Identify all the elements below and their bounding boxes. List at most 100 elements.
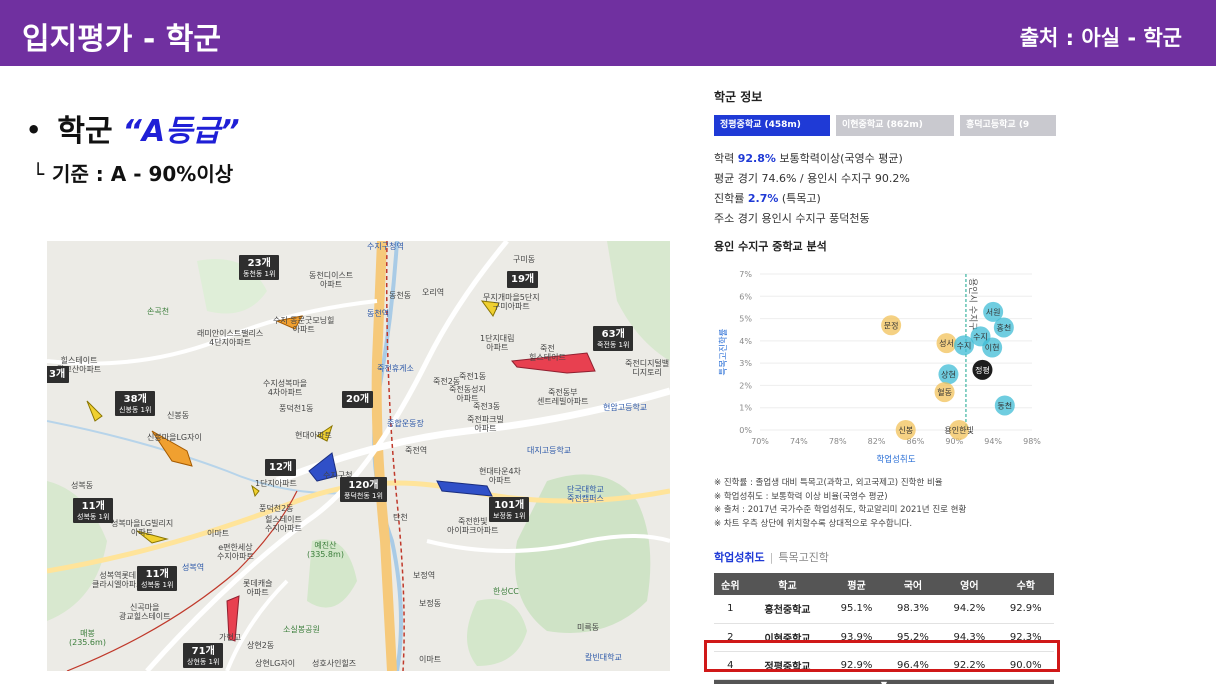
data-point-label: 문정 <box>884 320 899 330</box>
y-tick-label: 1% <box>739 404 752 413</box>
count-value: 11개 <box>145 569 169 580</box>
slide-title: 입지평가 - 학군 <box>22 22 221 57</box>
col-rank[interactable]: 순위 <box>714 573 747 595</box>
school-count-badge[interactable]: 11개 성복동 1위 <box>137 566 178 592</box>
map-label: 구미동 <box>513 255 536 264</box>
school-count-badge[interactable]: 38개 신봉동 1위 <box>115 391 156 417</box>
reference-line-label: 용인시 수지구 <box>967 278 978 331</box>
count-value: 12개 <box>269 462 293 473</box>
expand-arrow-icon[interactable]: ▼ <box>714 679 1054 684</box>
school-count-badge[interactable]: 63개 죽전동 1위 <box>593 326 634 352</box>
map-label: 신봉마을LG자이 <box>147 433 202 442</box>
y-tick-label: 4% <box>739 337 752 346</box>
map-label: 이마트 <box>419 655 442 664</box>
map-label: 신봉동 <box>167 411 190 420</box>
map-label: 현대타운4차 아파트 <box>479 467 521 486</box>
school-count-badge[interactable]: 3개 <box>47 366 70 383</box>
chart-notes: ※ 진학률 : 졸업생 대비 특목고(과학고, 외고국제고) 진학한 비율 ※ … <box>714 477 966 531</box>
map-label: 무지개마을5단지 구미아파트 <box>483 293 540 312</box>
tab-jeongpyeong[interactable]: 정평중학교 (458m) <box>714 115 830 136</box>
subtab-achievement[interactable]: 학업성취도 <box>714 551 765 564</box>
map-label: 롯데캐슬 아파트 <box>243 579 273 598</box>
x-tick-label: 74% <box>790 437 808 446</box>
map-label: 죽전동부 센트레빌아파트 <box>537 388 589 407</box>
grade-label: “A등급” <box>122 114 240 149</box>
table-footer[interactable]: ▼ <box>714 679 1054 684</box>
table-row[interactable]: 1 홍천중학교 95.1% 98.3% 94.2% 92.9% <box>714 595 1054 624</box>
map-label: 손곡천 <box>147 307 170 316</box>
data-point-label: 홍천 <box>996 322 1011 332</box>
col-average[interactable]: 평균 <box>828 573 885 595</box>
map-label: e편한세상 수지아파트 <box>217 543 254 562</box>
col-math[interactable]: 수학 <box>997 573 1054 595</box>
subtab-separator: | <box>769 551 774 564</box>
map-label: 죽전휴게소 <box>377 364 414 373</box>
count-value: 19개 <box>511 274 535 285</box>
map-label: 래미안이스트팰리스 4단지아파트 <box>197 329 264 348</box>
bullet-dot: • <box>26 116 42 144</box>
count-rank: 동천동 1위 <box>243 270 276 278</box>
map-label: 칼빈대학교 <box>585 653 622 662</box>
y-tick-label: 2% <box>739 381 752 390</box>
map-label: 종합운동장 <box>387 419 424 428</box>
data-point-label: 용인한빛 <box>944 425 973 435</box>
count-value: 120개 <box>348 480 379 491</box>
map-label: 단국대학교 죽전캠퍼스 <box>567 485 604 504</box>
header-bar: 입지평가 - 학군 출처 : 아실 - 학군 <box>0 0 1216 66</box>
panel-title: 학군 정보 <box>714 90 763 104</box>
x-tick-label: 70% <box>751 437 769 446</box>
map-label: 소실봉공원 <box>283 625 320 634</box>
bullet-label: 학군 <box>57 114 113 149</box>
map-label: 성복역 <box>182 563 205 572</box>
school-map[interactable]: 수지구청역 동천디이스트 아파트 구미동 오리역 무지개마을5단지 구미아파트 … <box>47 241 670 671</box>
data-point-label: 수지 <box>973 332 988 341</box>
map-label: 1단지대림 아파트 <box>480 334 515 353</box>
map-label: 죽전역 <box>405 446 428 455</box>
count-rank: 풍덕천동 1위 <box>344 492 383 500</box>
data-point-label: 성서 <box>939 339 954 348</box>
school-info-panel: 학군 정보 정평중학교 (458m) 이현중학교 (862m) 홍덕고등학교 (… <box>700 82 1070 684</box>
school-count-badge[interactable]: 23개 동천동 1위 <box>239 255 280 281</box>
info-highlight: 92.8% <box>737 152 776 165</box>
school-count-badge[interactable]: 120개 풍덕천동 1위 <box>340 477 387 503</box>
map-label: 동천동 <box>389 291 412 300</box>
map-label: 풍덕천1동 <box>279 404 314 413</box>
cell-rank: 1 <box>714 595 747 624</box>
cell-average: 95.1% <box>828 595 885 624</box>
info-text: 보통학력이상(국영수 평균) <box>775 152 903 165</box>
school-count-badge[interactable]: 19개 <box>507 271 539 288</box>
count-value: 11개 <box>81 501 105 512</box>
corner-glyph: └ <box>32 162 45 186</box>
tab-ihyeon[interactable]: 이현중학교 (862m) <box>836 115 954 136</box>
info-address: 주소 경기 용인시 수지구 풍덕천동 <box>714 212 870 225</box>
col-school[interactable]: 학교 <box>746 573 829 595</box>
y-tick-label: 5% <box>739 315 752 324</box>
map-label: 보정동 <box>419 599 442 608</box>
school-count-badge[interactable]: 101개 보정동 1위 <box>489 497 530 523</box>
map-label: 수지구청역 <box>367 242 404 251</box>
cell-school: 홍천중학교 <box>746 595 829 624</box>
map-label: 죽전파크빌 아파트 <box>467 415 504 434</box>
school-count-badge[interactable]: 12개 <box>265 459 297 476</box>
x-tick-label: 94% <box>984 437 1002 446</box>
map-label: 풍덕천2동 <box>259 504 294 513</box>
count-value: 101개 <box>494 500 525 511</box>
school-count-badge[interactable]: 11개 성복동 1위 <box>73 498 114 524</box>
col-korean[interactable]: 국어 <box>884 573 942 595</box>
map-label: 미륵동 <box>577 623 600 632</box>
map-label: 성복동 <box>71 481 94 490</box>
school-count-badge[interactable]: 71개 상현동 1위 <box>183 643 224 669</box>
count-value: 23개 <box>247 258 271 269</box>
data-point-label: 수지 <box>957 341 972 350</box>
tab-hongdeok[interactable]: 홍덕고등학교 (9 <box>960 115 1056 136</box>
info-text: (특목고) <box>778 192 821 205</box>
x-tick-label: 78% <box>829 437 847 446</box>
y-tick-label: 0% <box>739 426 752 435</box>
data-point-label: 동천 <box>997 400 1012 410</box>
subtab-special-high[interactable]: 특목고진학 <box>778 551 829 564</box>
map-label: 수지성복마을 4차아파트 <box>263 379 308 398</box>
data-point-label: 서원 <box>986 308 1001 317</box>
school-district-bullet: • 학군 “A등급” <box>26 106 240 150</box>
col-english[interactable]: 영어 <box>941 573 998 595</box>
school-count-badge[interactable]: 20개 <box>342 391 374 408</box>
